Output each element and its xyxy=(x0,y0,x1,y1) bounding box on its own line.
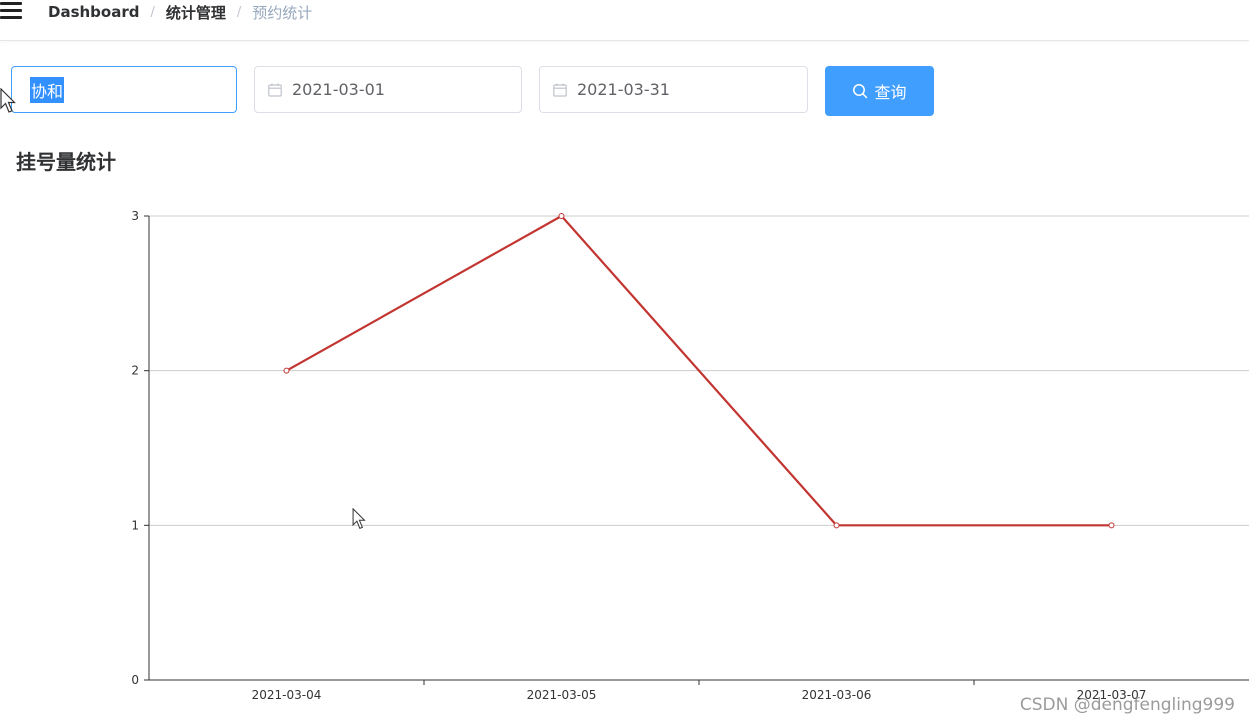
data-point xyxy=(1108,522,1115,529)
x-tick-label: 2021-03-05 xyxy=(527,688,597,702)
watermark: CSDN @dengfengling999 xyxy=(1019,695,1235,715)
x-tick-label: 2021-03-04 xyxy=(252,688,322,702)
y-tick-label: 2 xyxy=(131,364,139,378)
y-tick-label: 0 xyxy=(131,673,139,687)
line-chart: 01232021-03-04 2021-03-05 2021-03-06 2021-0… xyxy=(131,209,1249,702)
y-tick-label: 1 xyxy=(131,518,139,532)
x-tick-label: 2021-03-06 xyxy=(802,688,872,702)
y-tick-label: 3 xyxy=(131,209,139,223)
data-point xyxy=(833,522,840,529)
data-point xyxy=(283,367,290,374)
data-point xyxy=(558,213,565,219)
mouse-cursor-icon xyxy=(0,88,16,113)
mouse-cursor-icon xyxy=(352,508,366,529)
